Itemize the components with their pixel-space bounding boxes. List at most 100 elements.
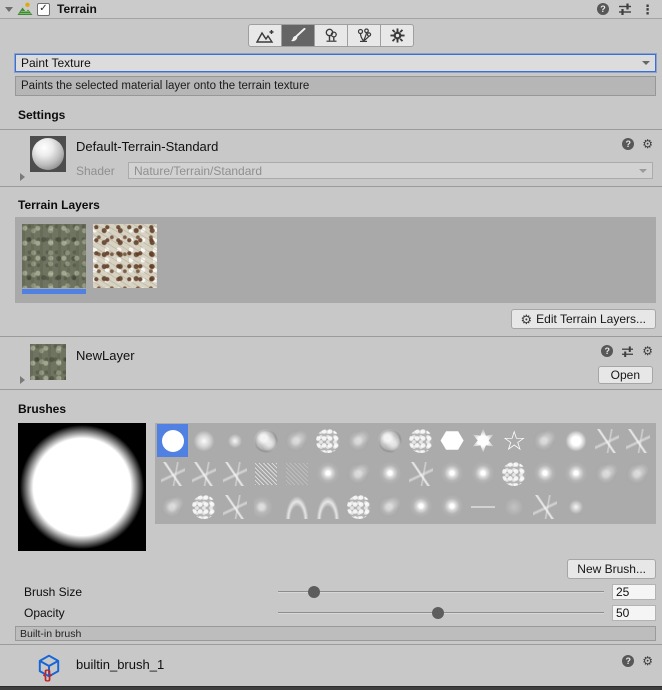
gear-icon[interactable]: ⚙ (642, 655, 653, 667)
paint-mode-dropdown[interactable]: Paint Texture (15, 54, 656, 72)
brush-cell-38[interactable] (343, 490, 374, 523)
builtin-brush-note: Built-in brush (15, 626, 656, 641)
brush-cell-14[interactable] (592, 424, 623, 457)
brush-shape-ring (564, 429, 588, 453)
brush-cell-6[interactable] (343, 424, 374, 457)
component-enabled-checkbox[interactable]: ✓ (37, 3, 50, 16)
brush-cell-12[interactable] (530, 424, 561, 457)
gear-icon: ⚙ (521, 313, 533, 326)
tool-terrain-settings[interactable] (380, 24, 414, 47)
layer-foldout-icon[interactable] (20, 376, 25, 384)
brush-cell-33[interactable] (188, 490, 219, 523)
new-brush-button[interactable]: New Brush... (567, 559, 656, 579)
brush-cell-27[interactable] (499, 457, 530, 490)
brush-cell-2[interactable] (219, 424, 250, 457)
brush-cell-39[interactable] (374, 490, 405, 523)
help-icon[interactable]: ? (622, 655, 634, 667)
brush-cell-32[interactable] (157, 490, 188, 523)
open-button[interactable]: Open (598, 366, 653, 384)
terrain-layers-box[interactable] (15, 217, 656, 303)
brush-cell-45[interactable] (561, 490, 592, 523)
brush-cell-5[interactable] (312, 424, 343, 457)
brush-cell-18[interactable] (219, 457, 250, 490)
brush-shape-solid (162, 430, 184, 452)
brush-cell-20[interactable] (281, 457, 312, 490)
terrain-component-icon (17, 2, 33, 16)
brush-cell-3[interactable] (250, 424, 281, 457)
opacity-field[interactable]: 50 (612, 605, 656, 621)
material-foldout-icon[interactable] (20, 173, 25, 181)
brush-cell-21[interactable] (312, 457, 343, 490)
brush-cell-19[interactable] (250, 457, 281, 490)
terrain-layer-grass-layer[interactable] (22, 224, 86, 288)
brush-cell-40[interactable] (406, 490, 437, 523)
brush-cell-11[interactable]: ☆ (499, 424, 530, 457)
brush-cell-17[interactable] (188, 457, 219, 490)
foldout-expanded-icon[interactable] (5, 7, 13, 12)
presets-icon[interactable] (618, 3, 632, 15)
slider-track (278, 591, 604, 593)
brush-cell-4[interactable] (281, 424, 312, 457)
brush-asset-icon[interactable]: {} (36, 653, 64, 683)
material-section: Default-Terrain-Standard ? ⚙ Shader Natu… (0, 129, 662, 187)
help-icon[interactable]: ? (601, 345, 613, 357)
brush-cell-7[interactable] (374, 424, 405, 457)
brush-cell-24[interactable] (406, 457, 437, 490)
brush-cell-29[interactable] (561, 457, 592, 490)
brush-size-slider[interactable] (278, 584, 604, 600)
brush-cell-37[interactable] (312, 490, 343, 523)
opacity-label: Opacity (24, 606, 278, 620)
brush-shape-blobD (533, 462, 557, 486)
opacity-slider[interactable] (278, 605, 604, 621)
terrain-layer-stone-layer[interactable] (93, 224, 157, 288)
brush-cell-25[interactable] (437, 457, 468, 490)
brush-cell-0[interactable] (157, 424, 188, 457)
layer-thumbnail[interactable] (30, 344, 66, 380)
brush-cell-23[interactable] (374, 457, 405, 490)
chevron-down-icon (642, 61, 650, 65)
brush-cell-35[interactable] (250, 490, 281, 523)
brush-size-field[interactable]: 25 (612, 584, 656, 600)
slider-handle[interactable] (432, 607, 444, 619)
brush-cell-42[interactable] (468, 490, 499, 523)
tool-paint-details[interactable] (347, 24, 381, 47)
brush-cell-10[interactable] (468, 424, 499, 457)
material-preview[interactable] (30, 136, 66, 172)
brush-cell-1[interactable] (188, 424, 219, 457)
brush-cell-41[interactable] (437, 490, 468, 523)
help-icon[interactable]: ? (597, 3, 609, 15)
material-sphere-icon (32, 138, 64, 170)
brush-cell-13[interactable] (561, 424, 592, 457)
presets-icon[interactable] (621, 346, 634, 357)
brush-shape-blobB (285, 429, 309, 453)
gear-icon[interactable]: ⚙ (642, 345, 653, 357)
brush-shape-dot (564, 495, 588, 519)
brush-cell-43[interactable] (499, 490, 530, 523)
brush-grid[interactable]: ☆ (155, 423, 656, 524)
slider-handle[interactable] (308, 586, 320, 598)
brush-cell-36[interactable] (281, 490, 312, 523)
layer-inspector-section: NewLayer ? ⚙ Open (0, 336, 662, 390)
brush-cell-16[interactable] (157, 457, 188, 490)
brush-cell-28[interactable] (530, 457, 561, 490)
edit-terrain-layers-button[interactable]: ⚙ Edit Terrain Layers... (511, 309, 656, 329)
gear-icon[interactable]: ⚙ (642, 138, 653, 150)
brush-cell-22[interactable] (343, 457, 374, 490)
tool-paint-terrain[interactable] (281, 24, 315, 47)
brush-cell-34[interactable] (219, 490, 250, 523)
brush-cell-8[interactable] (406, 424, 437, 457)
opacity-row: Opacity 50 (24, 605, 656, 621)
terrain-layers-label: Terrain Layers (18, 198, 662, 212)
brush-shape-line (471, 495, 495, 519)
kebab-menu-icon[interactable]: ⋮ (641, 3, 654, 16)
brush-cell-31[interactable] (623, 457, 654, 490)
help-icon[interactable]: ? (622, 138, 634, 150)
brush-cell-30[interactable] (592, 457, 623, 490)
brush-cell-15[interactable] (623, 424, 654, 457)
brush-shape-blobD (378, 462, 402, 486)
brush-cell-26[interactable] (468, 457, 499, 490)
brush-cell-44[interactable] (530, 490, 561, 523)
brush-cell-9[interactable] (437, 424, 468, 457)
tool-create-neighbor-terrains[interactable] (248, 24, 282, 47)
tool-paint-trees[interactable] (314, 24, 348, 47)
